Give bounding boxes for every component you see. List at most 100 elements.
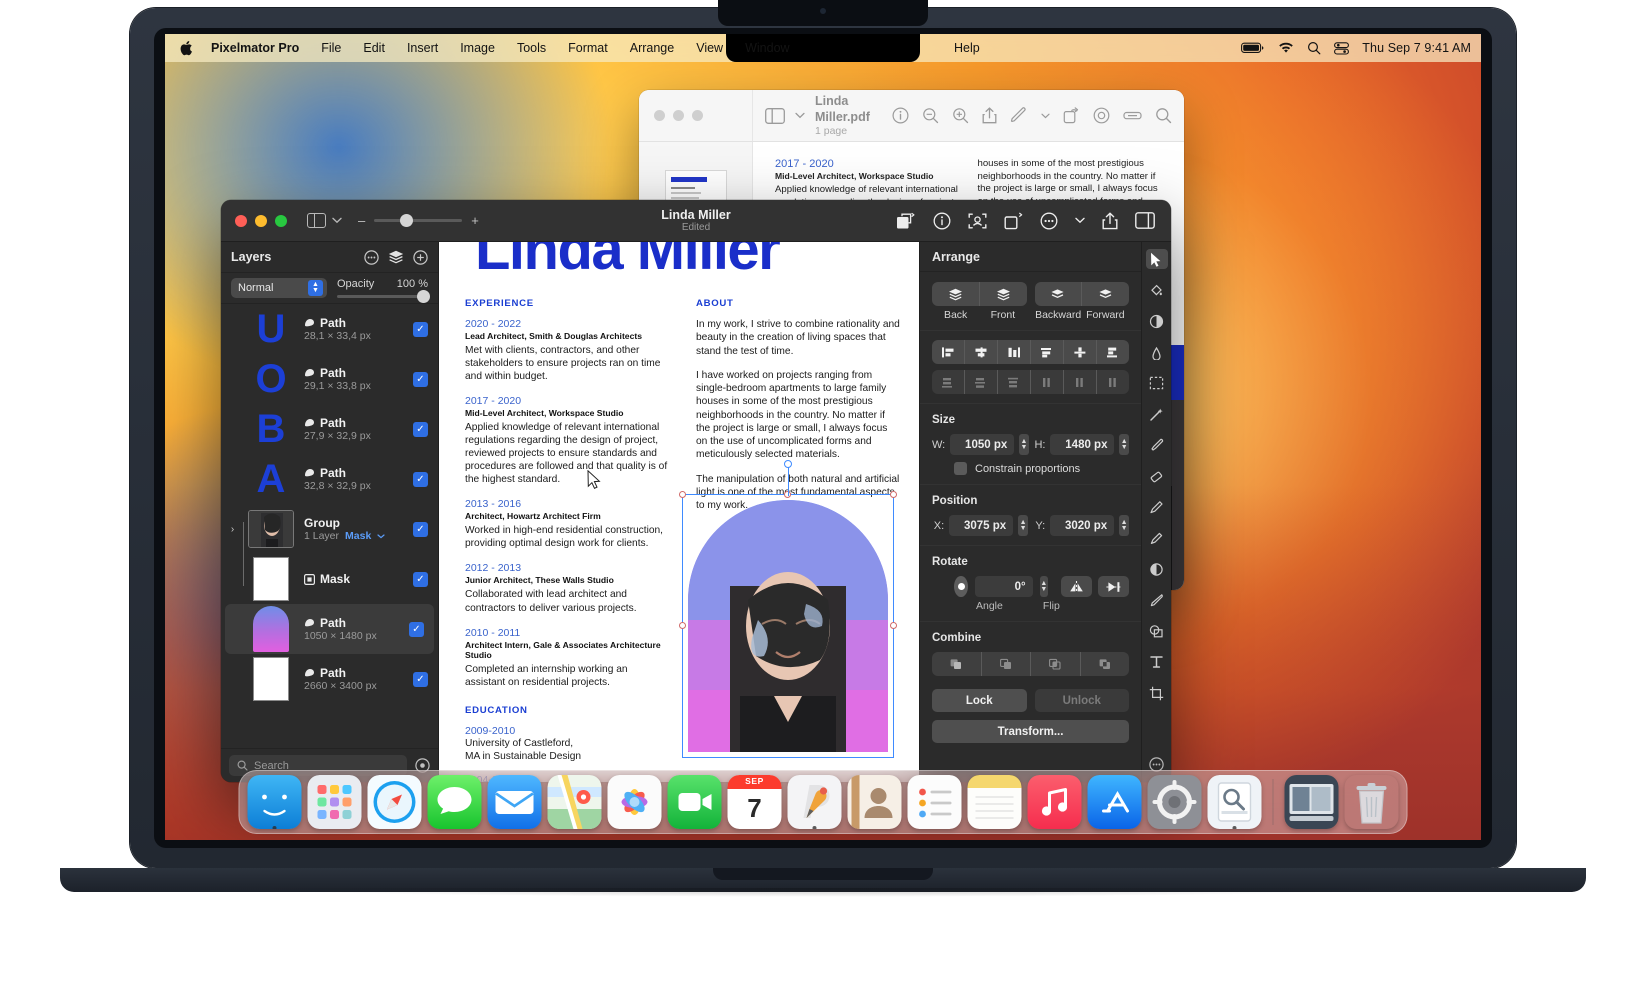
chevron-down-icon[interactable] [377, 533, 385, 539]
markup-pen-icon[interactable] [1010, 107, 1028, 124]
layer-visibility-checkbox[interactable]: ✓ [413, 421, 428, 437]
minimize-button[interactable] [255, 214, 267, 227]
add-layer-icon[interactable] [413, 249, 428, 265]
arrow-select-icon[interactable] [1145, 249, 1168, 269]
width-input[interactable]: 1050 px [950, 434, 1015, 455]
tool-strip[interactable] [1141, 242, 1171, 782]
selected-photo-shape[interactable] [679, 460, 897, 758]
pencil-icon[interactable] [1146, 528, 1168, 548]
info-icon[interactable] [933, 212, 951, 230]
sidebar-toggle-icon[interactable] [307, 213, 326, 228]
facetime-icon[interactable] [667, 775, 722, 829]
zoom-in-icon[interactable] [952, 107, 969, 124]
select-subject-icon[interactable] [968, 212, 987, 230]
layer-visibility-checkbox[interactable]: ✓ [413, 371, 428, 387]
layers-panel[interactable]: Layers Normal ▲ ▼ Opacity 100 % U Path 2… [221, 242, 439, 782]
zoom-button[interactable] [275, 214, 287, 227]
layer-visibility-checkbox[interactable]: ✓ [413, 521, 428, 537]
zoom-in-label[interactable]: + [471, 213, 479, 228]
table-row[interactable]: U Path 28,1 × 33,4 px ✓ [221, 304, 438, 354]
table-row[interactable]: › Group 1 Layer Mask ✓ [221, 504, 438, 554]
align-center-h-icon[interactable] [965, 340, 998, 364]
opacity-control[interactable]: Opacity 100 % [337, 278, 430, 303]
transform-button[interactable]: Transform... [932, 720, 1129, 743]
flip-vertical-icon[interactable] [1061, 576, 1092, 597]
resize-handle-tr[interactable] [890, 491, 897, 498]
close-button[interactable] [654, 110, 665, 121]
share-icon[interactable] [1102, 212, 1118, 230]
unlock-button[interactable]: Unlock [1034, 689, 1129, 712]
align-left-icon[interactable] [932, 340, 965, 364]
menu-item-view[interactable]: View [685, 38, 734, 58]
pixelmator-traffic-lights[interactable] [221, 214, 287, 227]
color-adjust-icon[interactable] [1146, 311, 1168, 331]
maps-icon[interactable] [547, 775, 602, 829]
more-options-icon[interactable] [364, 249, 379, 265]
order-group-backward-forward[interactable] [1034, 282, 1129, 306]
zoom-button[interactable] [692, 110, 703, 121]
distribute-right-icon[interactable] [1064, 370, 1097, 394]
document-page[interactable]: Linda Miller EXPERIENCE 2020 - 2022 Lead… [439, 242, 919, 782]
paintbrush-icon[interactable] [1146, 435, 1168, 455]
menu-item-tools[interactable]: Tools [506, 38, 557, 58]
menu-item-edit[interactable]: Edit [352, 38, 396, 58]
y-stepper[interactable]: ▲ ▼ [1119, 515, 1129, 536]
calendar-icon[interactable]: SEP 7 [727, 775, 782, 829]
flip-horizontal-icon[interactable] [1098, 576, 1129, 597]
align-bottom-icon[interactable] [1097, 340, 1129, 364]
menu-item-arrange[interactable]: Arrange [619, 38, 685, 58]
messages-icon[interactable] [427, 775, 482, 829]
table-row[interactable]: B Path 27,9 × 32,9 px ✓ [221, 404, 438, 454]
eraser-icon[interactable] [1146, 466, 1168, 486]
smudge-icon[interactable] [1146, 559, 1168, 579]
blend-and-opacity-row[interactable]: Normal ▲ ▼ Opacity 100 % [221, 272, 438, 304]
search-icon[interactable] [1307, 41, 1321, 55]
rotate-icon[interactable] [1063, 107, 1080, 124]
more-options-icon[interactable] [1040, 212, 1058, 230]
height-stepper[interactable]: ▲ ▼ [1119, 434, 1129, 455]
layer-visibility-checkbox[interactable]: ✓ [413, 471, 428, 487]
downloads-stack-icon[interactable] [1284, 775, 1339, 829]
order-group-back-front[interactable] [932, 282, 1027, 306]
music-icon[interactable] [1027, 775, 1082, 829]
align-middle-v-icon[interactable] [1064, 340, 1097, 364]
menu-item-window[interactable]: Window [734, 38, 800, 58]
zoom-slider[interactable]: – + [358, 213, 479, 228]
distribute-left-icon[interactable] [1031, 370, 1064, 394]
resize-handle-tl[interactable] [679, 491, 686, 498]
menu-bar[interactable]: Pixelmator Pro File Edit Insert Image To… [165, 34, 1481, 62]
minimize-button[interactable] [673, 110, 684, 121]
finder-icon[interactable] [247, 775, 302, 829]
y-input[interactable]: 3020 px [1050, 515, 1115, 536]
layer-visibility-checkbox[interactable]: ✓ [413, 571, 428, 587]
settings-icon[interactable] [1147, 775, 1202, 829]
width-stepper[interactable]: ▲ ▼ [1019, 434, 1029, 455]
crop-icon[interactable] [1004, 212, 1023, 230]
blend-mode-select[interactable]: Normal ▲ ▼ [231, 278, 327, 298]
menu-app-name[interactable]: Pixelmator Pro [200, 38, 310, 58]
rotation-handle[interactable] [784, 460, 792, 468]
control-center-icon[interactable] [1334, 41, 1350, 55]
launchpad-icon[interactable] [307, 775, 362, 829]
group-disclosure-icon[interactable]: › [227, 524, 238, 535]
x-input[interactable]: 3075 px [949, 515, 1014, 536]
chevron-down-icon[interactable] [1041, 113, 1050, 119]
blend-mode-stepper-icon[interactable]: ▲ ▼ [308, 280, 323, 296]
chevron-down-icon[interactable] [332, 217, 342, 224]
apple-logo-icon[interactable] [179, 40, 193, 56]
contacts-icon[interactable] [847, 775, 902, 829]
menu-item-format[interactable]: Format [557, 38, 619, 58]
paint-bucket-icon[interactable] [1146, 280, 1168, 300]
mask-badge[interactable]: Mask [345, 530, 371, 542]
preview-traffic-lights[interactable] [639, 90, 753, 141]
align-top-icon[interactable] [1031, 340, 1064, 364]
menubar-clock[interactable]: Thu Sep 7 9:41 AM [1362, 41, 1471, 55]
safari-icon[interactable] [367, 775, 422, 829]
table-row[interactable]: Path 2660 × 3400 px ✓ [221, 654, 438, 704]
dock[interactable]: SEP 7 [238, 770, 1408, 834]
opacity-slider-knob[interactable] [417, 290, 430, 303]
retouch-icon[interactable] [1146, 342, 1168, 362]
subtract-icon[interactable] [982, 652, 1031, 676]
mail-icon[interactable] [487, 775, 542, 829]
table-row[interactable]: Path 1050 × 1480 px ✓ [225, 604, 434, 654]
